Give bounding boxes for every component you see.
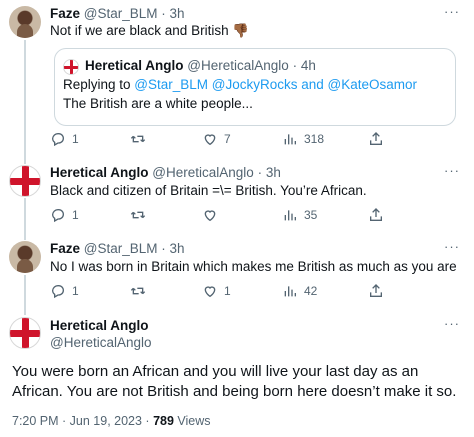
like-icon (204, 210, 216, 222)
more-icon[interactable]: ··· (444, 4, 460, 19)
tweet-header: Heretical Anglo @HereticalAnglo · 3h (50, 165, 281, 180)
views-icon (284, 134, 296, 145)
more-icon[interactable]: ··· (444, 316, 460, 331)
tweet-header: Faze @Star_BLM · 3h (50, 241, 185, 256)
share-icon (370, 208, 382, 221)
reply-button[interactable]: 1 (50, 207, 79, 223)
share-icon (370, 284, 382, 297)
avatar[interactable] (9, 6, 41, 38)
views-label: Views (173, 414, 211, 428)
views-count: 789 (153, 414, 174, 428)
tweet-actions: 1 1 42 (50, 283, 390, 301)
tweet-text: Black and citizen of Britain =\= British… (50, 183, 367, 198)
reply-count: 1 (72, 284, 79, 298)
retweet-button[interactable] (130, 131, 152, 147)
main-tweet-text: You were born an African and you will li… (12, 363, 457, 400)
like-count: 1 (224, 284, 231, 298)
avatar (63, 59, 79, 75)
reply-button[interactable]: 1 (50, 283, 79, 299)
retweet-button[interactable] (130, 207, 152, 223)
tweet-time[interactable]: · 3h (258, 165, 281, 180)
more-icon[interactable]: ··· (444, 239, 460, 254)
views-button[interactable]: 35 (282, 207, 317, 223)
like-count: 7 (224, 132, 231, 146)
share-icon (370, 132, 382, 145)
author-handle: @HereticalAnglo (187, 58, 289, 73)
quoted-tweet[interactable]: Heretical Anglo @HereticalAnglo · 4h Rep… (54, 48, 456, 126)
avatar[interactable] (9, 241, 41, 273)
author-name[interactable]: Heretical Anglo (50, 165, 149, 180)
avatar[interactable] (9, 165, 41, 197)
like-button[interactable] (202, 207, 224, 223)
replying-to: Replying to @Star_BLM @JockyRocks and @K… (63, 76, 417, 94)
retweet-button[interactable] (130, 283, 152, 299)
like-button[interactable]: 1 (202, 283, 231, 299)
retweet-icon (130, 135, 146, 143)
reply-count: 1 (72, 208, 79, 222)
more-icon[interactable]: ··· (444, 163, 460, 178)
views-count: 35 (304, 208, 318, 222)
tweet-time[interactable]: · 3h (161, 241, 184, 256)
author-name: Heretical Anglo (85, 58, 184, 73)
quote-text: The British are a white people... (63, 96, 253, 111)
like-icon (204, 286, 216, 298)
tweet-actions: 1 35 (50, 207, 390, 225)
tweet-actions: 1 7 318 (50, 131, 390, 149)
avatar[interactable] (9, 317, 41, 349)
author-handle[interactable]: @Star_BLM (84, 241, 158, 256)
author-handle[interactable]: @HereticalAnglo (152, 165, 254, 180)
views-button[interactable]: 318 (282, 131, 324, 147)
tweet-header: Faze @Star_BLM · 3h (50, 6, 185, 21)
tweet-time: · 4h (292, 58, 316, 73)
like-button[interactable]: 7 (202, 131, 231, 147)
like-icon (204, 134, 216, 146)
replying-handles[interactable]: @Star_BLM @JockyRocks and @KateOsamor (134, 77, 417, 92)
replying-prefix: Replying to (63, 77, 135, 92)
author-handle[interactable]: @Star_BLM (84, 6, 158, 21)
tweet-text: Not if we are black and British 👎🏾 (50, 23, 250, 38)
reply-button[interactable]: 1 (50, 131, 79, 147)
reply-count: 1 (72, 132, 79, 146)
tweet-3[interactable]: Faze @Star_BLM · 3h ··· No I was born in… (0, 238, 474, 310)
tweet-timestamp[interactable]: 7:20 PM · Jun 19, 2023 · (12, 414, 153, 428)
retweet-icon (130, 287, 146, 295)
retweet-icon (130, 211, 146, 219)
views-icon (284, 286, 296, 297)
share-button[interactable] (368, 131, 384, 147)
author-name[interactable]: Faze (50, 241, 80, 256)
views-count: 42 (304, 284, 318, 298)
tweet-time[interactable]: · 3h (161, 6, 184, 21)
author-handle[interactable]: @HereticalAnglo (50, 335, 152, 350)
tweet-1[interactable]: Faze @Star_BLM · 3h ··· Not if we are bl… (0, 0, 474, 158)
reply-icon (52, 208, 64, 223)
reply-icon (52, 132, 64, 147)
tweet-text: No I was born in Britain which makes me … (50, 259, 457, 274)
views-button[interactable]: 42 (282, 283, 317, 299)
share-button[interactable] (368, 283, 384, 299)
share-button[interactable] (368, 207, 384, 223)
quote-header: Heretical Anglo @HereticalAnglo · 4h (85, 58, 316, 73)
author-name[interactable]: Faze (50, 6, 80, 21)
reply-icon (52, 284, 64, 299)
views-icon (284, 210, 296, 221)
views-count: 318 (304, 132, 325, 146)
tweet-2[interactable]: Heretical Anglo @HereticalAnglo · 3h ···… (0, 158, 474, 238)
tweet-meta: 7:20 PM · Jun 19, 2023 · 789 Views (12, 414, 211, 428)
author-name[interactable]: Heretical Anglo (50, 318, 149, 333)
